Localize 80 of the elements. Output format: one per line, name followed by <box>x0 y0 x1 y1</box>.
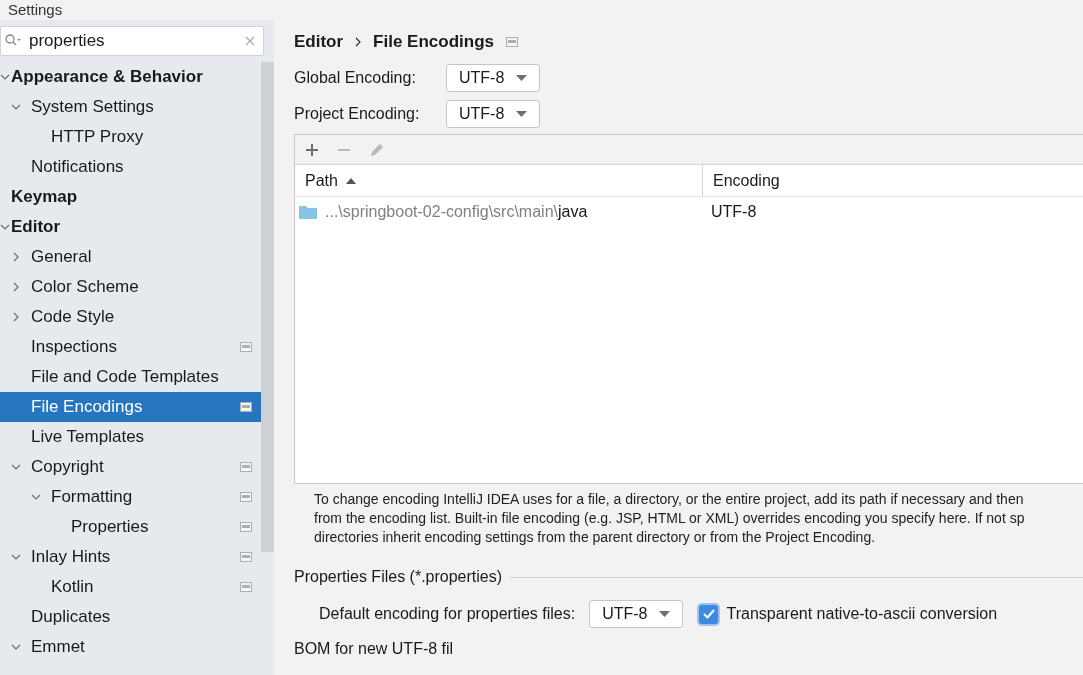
tree-item[interactable]: Notifications <box>0 152 261 182</box>
tree-item-label: Emmet <box>31 636 86 659</box>
chevron-right-icon[interactable] <box>11 312 21 322</box>
tree-item[interactable]: File Encodings <box>0 392 261 422</box>
tree-item-label: Kotlin <box>51 576 95 599</box>
tree-item[interactable]: System Settings <box>0 92 261 122</box>
chevron-down-icon[interactable] <box>11 552 21 562</box>
tree-item[interactable]: Live Templates <box>0 422 261 452</box>
tree-item-label: File Encodings <box>31 396 144 419</box>
column-header[interactable]: Path <box>295 165 703 196</box>
clear-icon[interactable] <box>245 36 255 46</box>
tree-item-label: HTTP Proxy <box>51 126 145 149</box>
tree-item[interactable]: Emmet <box>0 632 261 662</box>
tree-item-label: Inlay Hints <box>31 546 112 569</box>
checkmark-icon <box>702 609 715 619</box>
folder-icon <box>299 205 317 219</box>
dropdown-arrow-icon <box>516 111 528 117</box>
tree-item-label: Color Scheme <box>31 276 140 299</box>
chevron-down-icon[interactable] <box>31 492 41 502</box>
field-label: Global Encoding: <box>294 68 417 88</box>
search-icon <box>5 34 21 48</box>
field-label: Project Encoding: <box>294 104 421 124</box>
tree-item-label: Copyright <box>31 456 105 479</box>
tree-item-label: Live Templates <box>31 426 146 449</box>
tree-item[interactable]: Kotlin <box>0 572 261 602</box>
tree-item[interactable]: File and Code Templates <box>0 362 261 392</box>
dropdown-arrow-icon <box>516 75 528 81</box>
tree-item[interactable]: Keymap <box>0 182 261 212</box>
tree-item-label: General <box>31 246 93 269</box>
tree-item[interactable]: Code Style <box>0 302 261 332</box>
tree-item-label: Duplicates <box>31 606 112 629</box>
tree-item-label: System Settings <box>31 96 155 119</box>
tree-item[interactable]: Appearance & Behavior <box>0 62 261 92</box>
project-scope-icon <box>506 37 518 47</box>
encoding-dropdown[interactable]: UTF-8 <box>446 64 541 92</box>
tree-item[interactable]: Copyright <box>0 452 261 482</box>
tree-item[interactable]: Inspections <box>0 332 261 362</box>
chevron-down-icon[interactable] <box>11 642 21 652</box>
breadcrumb-item[interactable]: File Encodings <box>373 29 494 55</box>
tree-item[interactable]: Color Scheme <box>0 272 261 302</box>
tree-item-label: Code Style <box>31 306 116 329</box>
chevron-down-icon[interactable] <box>11 462 21 472</box>
breadcrumb-separator-icon <box>355 37 362 47</box>
tree-item-label: Properties <box>71 516 150 539</box>
encoding-dropdown[interactable]: UTF-8 <box>589 600 684 628</box>
section-title: BOM for new UTF-8 fil <box>294 639 455 659</box>
tree-item[interactable]: Formatting <box>0 482 261 512</box>
chevron-right-icon[interactable] <box>11 282 21 292</box>
chevron-down-icon[interactable] <box>0 72 10 82</box>
help-text: To change encoding IntelliJ IDEA uses for a file, a directory, or the entire project, add its path if necessary and then from the encoding list. Built-in file encoding (e.g. JSP, HTML or XML) overrides encoding you specify here. If not sp directories inherit encoding settings from the parent directory or from the Project Encoding. <box>314 490 1026 547</box>
breadcrumb-item[interactable]: Editor <box>294 29 344 55</box>
tree-item-label: Formatting <box>51 486 134 509</box>
checkbox[interactable] <box>699 604 719 624</box>
tree-item-label: Inspections <box>31 336 118 359</box>
column-header[interactable]: Encoding <box>703 165 1083 196</box>
chevron-right-icon[interactable] <box>11 252 21 262</box>
tree-item[interactable]: Duplicates <box>0 602 261 632</box>
tree-item-label: Appearance & Behavior <box>11 66 204 89</box>
scrollbar[interactable] <box>261 62 274 552</box>
chevron-down-icon[interactable] <box>0 222 10 232</box>
add-icon[interactable] <box>305 142 319 157</box>
tree-item[interactable]: HTTP Proxy <box>0 122 261 152</box>
tree-item-label: Editor <box>11 216 62 239</box>
tree-item-label: Keymap <box>11 186 79 209</box>
tree-item[interactable]: Properties <box>0 512 261 542</box>
section-title: Properties Files (*.properties) <box>294 567 503 587</box>
search-field[interactable]: properties <box>0 26 264 56</box>
table-cell: ...\springboot-02-config\src\main\java <box>295 200 703 224</box>
chevron-down-icon[interactable] <box>11 102 21 112</box>
table-cell-text: UTF-8 <box>710 202 758 222</box>
tree-item[interactable]: Editor <box>0 212 261 242</box>
dropdown-arrow-icon <box>659 611 671 617</box>
window-title: Settings <box>8 0 63 20</box>
encoding-dropdown[interactable]: UTF-8 <box>446 100 541 128</box>
checkbox-label: Transparent native-to-ascii conversion <box>726 604 998 624</box>
tree-item-label: Notifications <box>31 156 125 179</box>
tree-item-label: File and Code Templates <box>31 366 220 389</box>
tree-item[interactable]: Inlay Hints <box>0 542 261 572</box>
field-label: Default encoding for properties files: <box>319 604 576 624</box>
tree-item[interactable]: General <box>0 242 261 272</box>
